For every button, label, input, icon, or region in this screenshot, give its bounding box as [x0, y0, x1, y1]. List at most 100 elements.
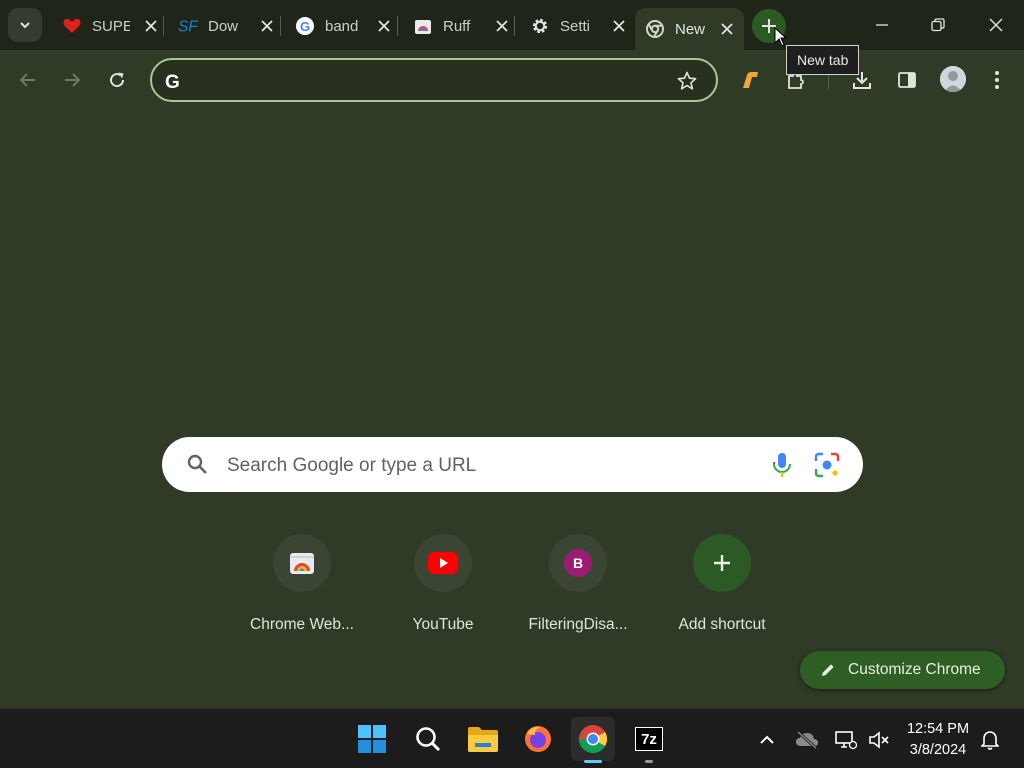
file-explorer-icon: [468, 727, 498, 752]
network-button[interactable]: [833, 727, 859, 753]
chrome-taskbar-button[interactable]: [571, 717, 615, 761]
side-panel-icon: [898, 72, 916, 88]
google-g-icon: G: [295, 16, 315, 36]
ntp-search-placeholder: Search Google or type a URL: [227, 455, 477, 476]
windows-taskbar: 7z 12:54 PM 3/8/2024: [0, 708, 1024, 768]
close-icon[interactable]: [258, 17, 276, 35]
svg-text:G: G: [165, 72, 180, 91]
bookmark-star-icon[interactable]: [676, 70, 698, 92]
shortcut-add[interactable]: Add shortcut: [652, 534, 792, 644]
volume-button[interactable]: [866, 727, 892, 753]
customize-chrome-label: Customize Chrome: [848, 661, 981, 678]
kebab-menu-icon: [995, 71, 999, 89]
firefox-button[interactable]: [516, 717, 560, 761]
open-app-indicator: [645, 760, 653, 763]
shortcut-label: FilteringDisa...: [528, 616, 628, 633]
tab-title: New: [675, 20, 706, 38]
profile-avatar[interactable]: [940, 66, 966, 92]
onedrive-button[interactable]: [794, 727, 820, 753]
7zip-button[interactable]: 7z: [627, 717, 671, 761]
forward-button[interactable]: [54, 62, 90, 98]
show-hidden-icons-button[interactable]: [754, 727, 780, 753]
shortcut-youtube[interactable]: YouTube: [373, 534, 513, 644]
mouse-cursor-icon: [774, 27, 788, 47]
7zip-icon: 7z: [635, 727, 663, 751]
extension-button[interactable]: [732, 62, 768, 98]
tab-search-button[interactable]: [8, 8, 42, 42]
search-icon: [416, 727, 441, 752]
new-tab-tooltip: New tab: [786, 45, 860, 75]
chrome-web-store-icon: [273, 534, 331, 592]
restore-button[interactable]: [910, 0, 966, 50]
google-lens-icon[interactable]: [814, 452, 840, 478]
start-button[interactable]: [350, 717, 394, 761]
chevron-down-icon: [20, 22, 30, 29]
youtube-icon: [414, 534, 472, 592]
address-input[interactable]: [196, 68, 666, 92]
close-icon[interactable]: [610, 17, 628, 35]
close-icon: [989, 18, 1003, 32]
shortcut-label: Add shortcut: [678, 616, 766, 633]
ntp-search-box[interactable]: Search Google or type a URL: [162, 437, 863, 492]
notifications-button[interactable]: [977, 727, 1003, 753]
network-icon: [835, 731, 857, 750]
firefox-icon: [525, 726, 551, 752]
close-icon[interactable]: [493, 17, 511, 35]
close-icon[interactable]: [718, 20, 736, 38]
tab-title: SUPE: [92, 17, 130, 35]
tab-supe[interactable]: SUPE: [52, 8, 168, 44]
arrow-left-icon: [19, 73, 35, 87]
shortcut-label: Chrome Web...: [250, 616, 354, 633]
active-app-indicator: [584, 760, 602, 763]
menu-button[interactable]: [979, 62, 1015, 98]
close-window-button[interactable]: [968, 0, 1024, 50]
tab-ruff[interactable]: Ruff: [403, 8, 519, 44]
shortcut-chrome-web-store[interactable]: Chrome Web...: [232, 534, 372, 644]
chrome-icon: [645, 19, 665, 39]
taskbar-search-button[interactable]: [406, 717, 450, 761]
clock-time: 12:54 PM: [906, 721, 970, 737]
reload-button[interactable]: [99, 62, 135, 98]
side-panel-button[interactable]: [889, 62, 925, 98]
heart-icon: [62, 16, 82, 36]
chrome-icon: [579, 725, 607, 753]
avatar-icon: [940, 66, 966, 92]
customize-chrome-button[interactable]: Customize Chrome: [800, 651, 1005, 689]
tab-new-tab[interactable]: New: [635, 8, 744, 50]
letter-b-icon: B: [549, 534, 607, 592]
minimize-button[interactable]: [854, 0, 910, 50]
windows-start-icon: [358, 725, 386, 753]
bell-icon: [981, 731, 999, 750]
chevron-up-icon: [760, 735, 774, 744]
tab-title: Ruff: [443, 17, 471, 35]
volume-muted-icon: [869, 731, 889, 749]
file-explorer-button[interactable]: [461, 717, 505, 761]
svg-text:SF: SF: [178, 18, 198, 35]
shortcut-filteringdisa[interactable]: B FilteringDisa...: [508, 534, 648, 644]
extension-orange-icon: [743, 72, 758, 88]
reload-icon: [110, 72, 125, 88]
cloud-offline-icon: [796, 731, 818, 749]
browser-toolbar: G: [0, 50, 1024, 110]
close-icon[interactable]: [375, 17, 393, 35]
system-clock[interactable]: 12:54 PM 3/8/2024: [896, 719, 980, 761]
tab-title: Setti: [560, 17, 591, 35]
tab-separator: [514, 16, 515, 36]
tab-separator: [397, 16, 398, 36]
tab-title: band: [325, 17, 359, 35]
tab-settings[interactable]: Setti: [520, 8, 636, 44]
microphone-icon[interactable]: [770, 452, 794, 478]
tab-dow[interactable]: SF Dow: [168, 8, 284, 44]
web-store-icon: [413, 16, 433, 36]
tab-separator: [280, 16, 281, 36]
clock-date: 3/8/2024: [909, 742, 967, 758]
address-bar[interactable]: G: [150, 58, 718, 102]
minimize-icon: [876, 24, 888, 26]
svg-text:G: G: [300, 19, 310, 34]
arrow-right-icon: [65, 73, 81, 87]
gear-icon: [530, 16, 550, 36]
back-button[interactable]: [10, 62, 46, 98]
tab-band[interactable]: G band: [285, 8, 401, 44]
google-g-icon: G: [165, 72, 180, 91]
close-icon[interactable]: [142, 17, 160, 35]
